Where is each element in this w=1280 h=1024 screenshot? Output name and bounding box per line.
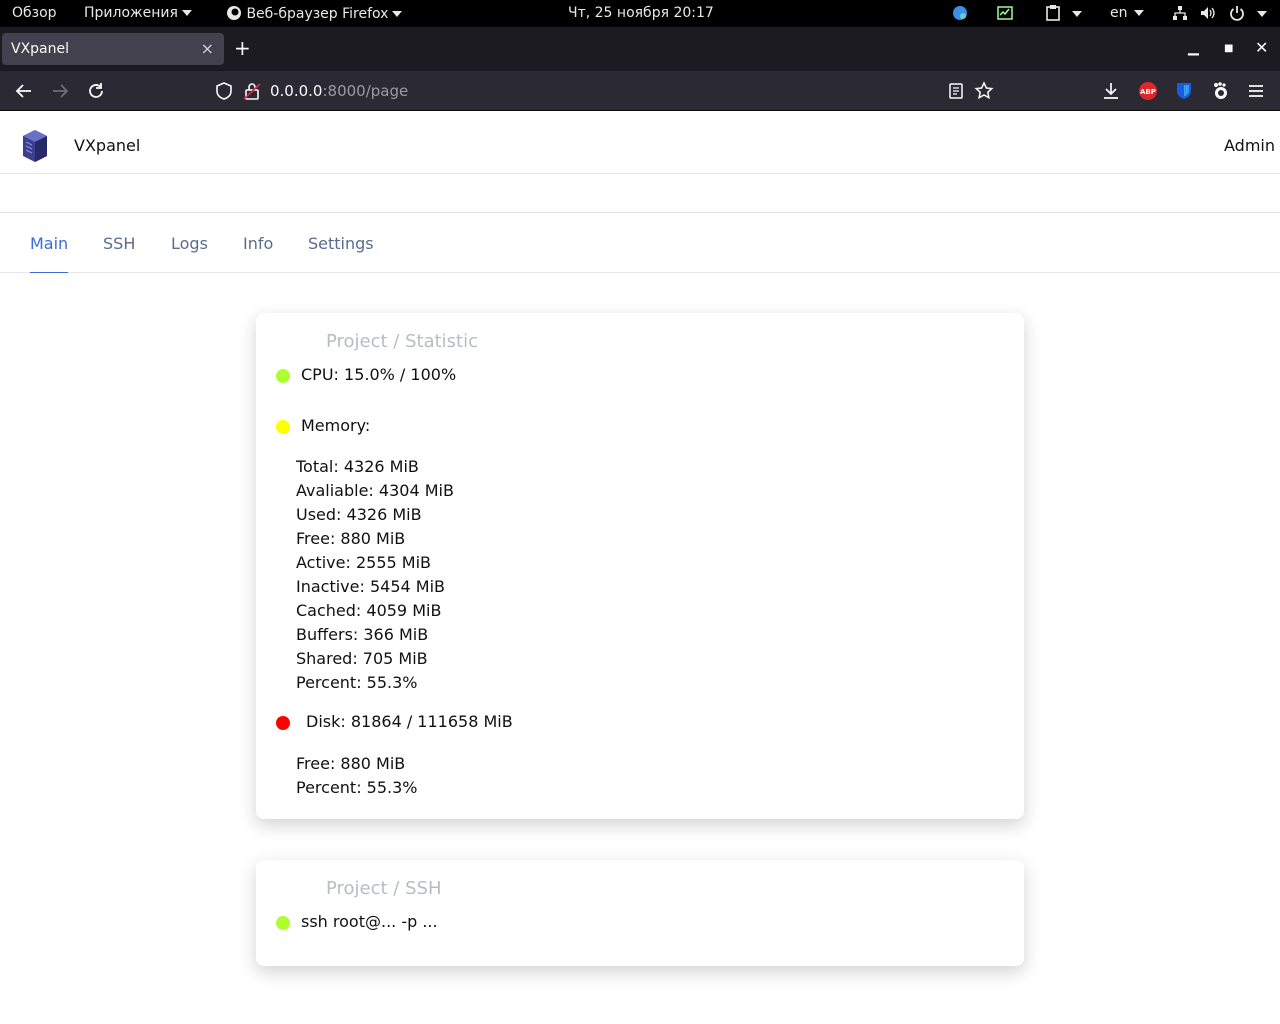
memory-active: Active: 2555 MiB — [296, 553, 431, 572]
memory-shared: Shared: 705 MiB — [296, 649, 428, 668]
disk-usage: Disk: 81864 / 111658 MiB — [306, 712, 513, 731]
bitwarden-shield-icon[interactable] — [1173, 80, 1195, 102]
clock[interactable]: Чт, 25 ноября 20:17 — [568, 5, 714, 21]
url-path: :8000/page — [322, 82, 409, 100]
cpu-usage: CPU: 15.0% / 100% — [301, 365, 457, 384]
system-top-bar: Обзор Приложения Веб-браузер Firefox Чт,… — [0, 0, 1280, 27]
chevron-down-icon — [181, 10, 192, 16]
disk-status-dot — [276, 716, 290, 730]
keyboard-layout-menu[interactable]: en — [1110, 5, 1144, 21]
memory-status-dot — [276, 420, 290, 434]
system-monitor-icon[interactable] — [997, 5, 1013, 21]
keyboard-layout-label: en — [1110, 5, 1128, 21]
chevron-down-icon — [1072, 11, 1082, 17]
disk-details: Free: 880 MiB Percent: 55.3% — [296, 752, 418, 800]
chevron-down-icon — [1133, 10, 1144, 16]
disk-free: Free: 880 MiB — [296, 754, 406, 773]
new-tab-button[interactable]: + — [234, 36, 251, 60]
ssh-card: Project / SSH ssh root@... -p ... — [256, 860, 1024, 966]
browser-tab-strip: VXpanel × — [0, 27, 1280, 71]
power-icon — [1230, 6, 1244, 21]
memory-percent: Percent: 55.3% — [296, 673, 418, 692]
memory-cached: Cached: 4059 MiB — [296, 601, 442, 620]
back-icon[interactable] — [13, 80, 35, 102]
tab-ssh[interactable]: SSH — [103, 234, 135, 253]
firefox-app-label: Веб-браузер Firefox — [246, 6, 389, 22]
reader-view-icon[interactable] — [945, 80, 967, 102]
hamburger-menu-icon[interactable] — [1245, 80, 1267, 102]
memory-details: Total: 4326 MiB Avaliable: 4304 MiB Used… — [296, 455, 454, 695]
statistic-card-title: Project / Statistic — [326, 331, 478, 352]
url-host: 0.0.0.0 — [270, 82, 323, 100]
network-icon[interactable] — [1172, 5, 1188, 21]
browser-tab[interactable]: VXpanel × — [2, 33, 224, 65]
tab-logs[interactable]: Logs — [171, 234, 208, 253]
update-icon[interactable] — [952, 5, 968, 21]
insecure-lock-icon[interactable] — [241, 80, 263, 102]
volume-icon[interactable] — [1200, 5, 1216, 21]
ssh-card-title: Project / SSH — [326, 878, 442, 899]
reload-icon[interactable] — [85, 80, 107, 102]
gnome-extension-icon[interactable] — [1209, 80, 1231, 102]
memory-free: Free: 880 MiB — [296, 529, 406, 548]
minimize-window-button[interactable]: ▁ — [1188, 40, 1199, 56]
applications-menu[interactable]: Приложения — [84, 5, 192, 21]
activities-button[interactable]: Обзор — [12, 5, 57, 21]
browser-tab-title: VXpanel — [11, 41, 70, 57]
applications-label: Приложения — [84, 5, 178, 21]
power-menu[interactable] — [1229, 5, 1267, 22]
memory-used: Used: 4326 MiB — [296, 505, 422, 524]
memory-buffers: Buffers: 366 MiB — [296, 625, 429, 644]
chevron-down-icon — [1257, 11, 1267, 17]
app-header: VXpanel Admin — [0, 112, 1280, 174]
shield-icon[interactable] — [213, 80, 235, 102]
maximize-window-button[interactable]: ■ — [1224, 43, 1233, 54]
url-field[interactable]: 0.0.0.0:8000/page — [270, 82, 408, 100]
statistic-card: Project / Statistic CPU: 15.0% / 100% Me… — [256, 313, 1024, 819]
disk-percent: Percent: 55.3% — [296, 778, 418, 797]
bookmark-star-icon[interactable] — [973, 80, 995, 102]
tab-main[interactable]: Main — [30, 234, 69, 273]
svg-text:ABP: ABP — [1140, 88, 1156, 96]
memory-available: Avaliable: 4304 MiB — [296, 481, 454, 500]
tab-settings[interactable]: Settings — [308, 234, 374, 253]
close-window-button[interactable]: ✕ — [1255, 38, 1268, 57]
server-logo-icon[interactable] — [22, 128, 48, 164]
tab-info[interactable]: Info — [243, 234, 273, 253]
adblock-icon[interactable]: ABP — [1137, 80, 1159, 102]
clipboard-menu[interactable] — [1046, 5, 1082, 22]
forward-icon[interactable] — [49, 80, 71, 102]
firefox-icon — [227, 6, 241, 20]
cpu-status-dot — [276, 369, 290, 383]
app-name[interactable]: VXpanel — [74, 136, 140, 155]
ssh-command[interactable]: ssh root@... -p ... — [301, 912, 438, 931]
download-icon[interactable] — [1100, 80, 1122, 102]
user-menu[interactable]: Admin — [1224, 136, 1275, 155]
page-content: VXpanel Admin Main SSH Logs Info Setting… — [0, 112, 1280, 1024]
close-tab-icon[interactable]: × — [201, 39, 214, 58]
firefox-app-menu[interactable]: Веб-браузер Firefox — [226, 5, 403, 22]
memory-total: Total: 4326 MiB — [296, 457, 419, 476]
clipboard-icon — [1046, 5, 1060, 21]
chevron-down-icon — [392, 11, 403, 17]
memory-inactive: Inactive: 5454 MiB — [296, 577, 445, 596]
ssh-status-dot — [276, 916, 290, 930]
main-tabs: Main SSH Logs Info Settings — [0, 213, 1280, 273]
breadcrumb-bar — [0, 174, 1280, 213]
browser-navigation-bar: 0.0.0.0:8000/page ABP — [0, 71, 1280, 111]
memory-label: Memory: — [301, 416, 371, 435]
